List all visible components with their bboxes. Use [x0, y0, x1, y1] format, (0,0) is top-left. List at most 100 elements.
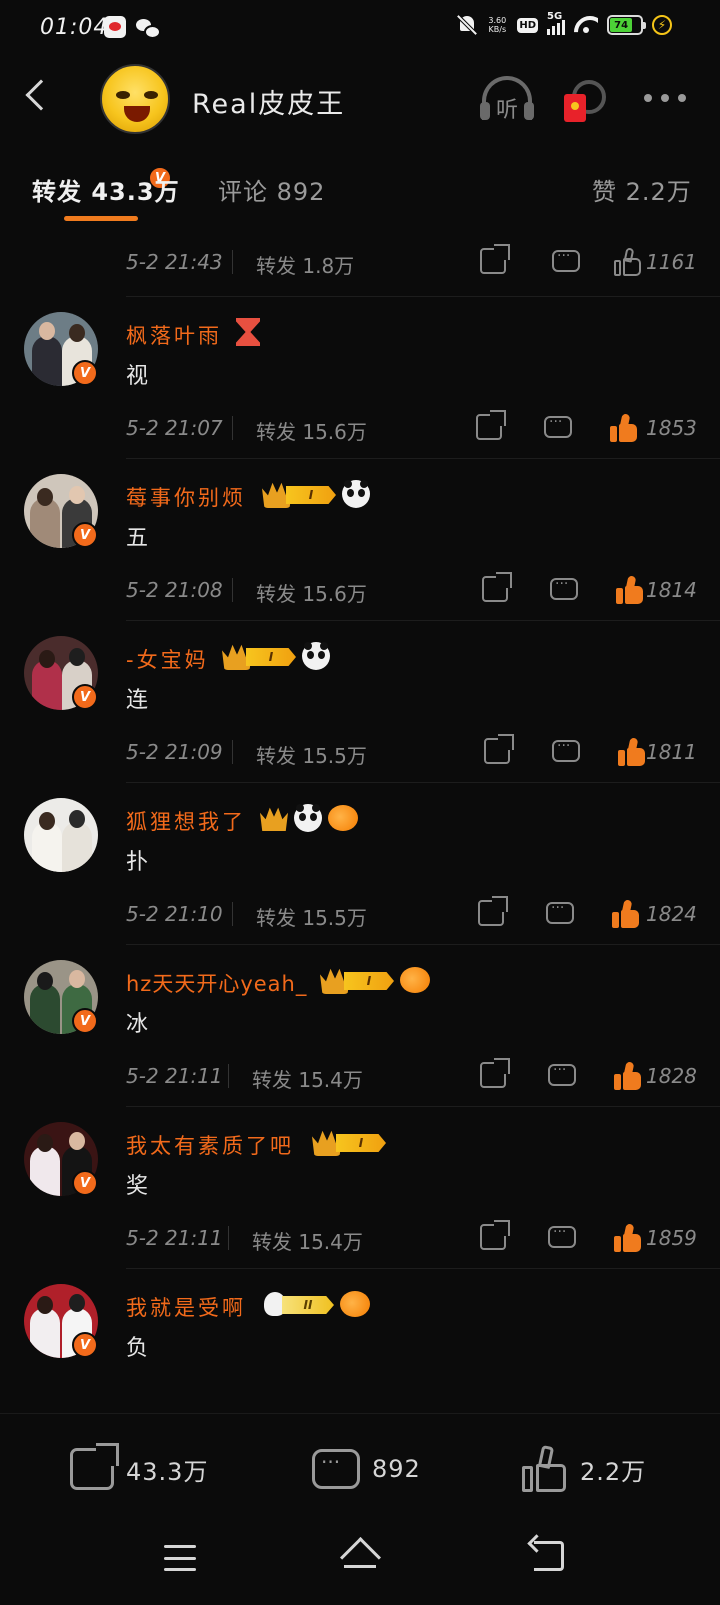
like-icon[interactable]	[614, 1223, 642, 1252]
like-icon[interactable]	[618, 737, 646, 766]
like-count: 1811	[646, 740, 697, 764]
list-item[interactable]: V 我太有素质了吧 I 奖 5-2 21:11 转发 15.4万 1859	[0, 1108, 720, 1270]
weibo-icon	[104, 16, 126, 38]
divider	[126, 620, 720, 621]
divider	[126, 1106, 720, 1107]
share-icon	[70, 1443, 119, 1490]
meta-divider	[232, 902, 233, 926]
comment-icon[interactable]	[546, 900, 574, 924]
bell-off-icon	[457, 14, 477, 36]
user-badges: I	[312, 1128, 386, 1156]
comment-time: 5-2 21:07	[126, 416, 223, 440]
comment-time: 5-2 21:08	[126, 578, 223, 602]
share-icon[interactable]	[480, 1058, 510, 1088]
tab-likes[interactable]: 赞 2.2万	[592, 172, 692, 207]
verified-badge-icon: V	[72, 1170, 98, 1196]
bottom-repost-button[interactable]: 43.3万	[70, 1443, 208, 1494]
avatar[interactable]	[24, 798, 98, 872]
repost-count[interactable]: 转发 15.4万	[252, 1064, 363, 1093]
comment-text: 五	[126, 526, 149, 551]
fish-icon	[400, 967, 430, 993]
return-icon[interactable]	[534, 1541, 564, 1571]
back-icon[interactable]	[25, 79, 57, 111]
comment-time: 5-2 21:11	[126, 1064, 223, 1088]
commenter-name[interactable]: 我就是受啊	[126, 1292, 246, 1322]
comment-meta: 5-2 21:11 转发 15.4万 1828	[0, 1058, 720, 1098]
like-icon[interactable]	[614, 247, 642, 276]
commenter-name[interactable]: 莓事你别烦	[126, 482, 246, 512]
bottom-comment-count: 892	[372, 1455, 421, 1483]
page-header: V Real皮皮王 听	[0, 56, 720, 190]
like-icon[interactable]	[612, 899, 640, 928]
repost-count[interactable]: 转发 15.6万	[256, 416, 367, 445]
list-item[interactable]: V 莓事你别烦 I 五 5-2 21:08 转发 15.6万 1814	[0, 460, 720, 622]
verified-badge-icon: V	[72, 1008, 98, 1034]
tab-repost[interactable]: 转发 43.3万	[32, 172, 180, 207]
repost-count[interactable]: 转发 15.4万	[252, 1226, 363, 1255]
comment-icon[interactable]	[552, 738, 580, 762]
list-item[interactable]: V -女宝妈 I 连 5-2 21:09 转发 15.5万 1811	[0, 622, 720, 784]
repost-count[interactable]: 转发 1.8万	[256, 250, 354, 279]
bunny-level-badge: II	[264, 1290, 334, 1318]
like-count: 1853	[646, 416, 697, 440]
status-system-icons: 3.60 KB/s HD 5G 74 ⚡	[457, 11, 672, 36]
share-icon[interactable]	[484, 734, 514, 764]
panda-icon	[342, 480, 370, 508]
like-icon[interactable]	[616, 575, 644, 604]
system-nav-bar	[0, 1523, 720, 1605]
battery-icon: 74	[607, 15, 646, 35]
repost-count[interactable]: 转发 15.6万	[256, 578, 367, 607]
panda-icon	[294, 804, 322, 832]
verified-badge-icon: V	[72, 1332, 98, 1358]
user-badges: I	[262, 480, 370, 508]
repost-count[interactable]: 转发 15.5万	[256, 902, 367, 931]
signal-icon: 5G	[547, 11, 565, 35]
comment-text: 负	[126, 1336, 149, 1361]
battery-level: 74	[610, 18, 633, 32]
repost-count[interactable]: 转发 15.5万	[256, 740, 367, 769]
commenter-name[interactable]: 我太有素质了吧	[126, 1130, 294, 1160]
header-user-name[interactable]: Real皮皮王	[192, 82, 345, 121]
like-icon	[522, 1444, 568, 1492]
commenter-name[interactable]: -女宝妈	[126, 644, 209, 674]
list-item[interactable]: V hz天天开心yeah_ I 冰 5-2 21:11 转发 15.4万 182…	[0, 946, 720, 1108]
header-avatar[interactable]	[100, 64, 170, 134]
like-count: 1161	[646, 250, 697, 274]
comment-meta: 5-2 21:10 转发 15.5万 1824	[0, 896, 720, 936]
level-label: I	[286, 486, 336, 504]
verified-badge-icon: V	[72, 360, 98, 386]
comment-icon[interactable]	[552, 248, 580, 272]
like-icon[interactable]	[614, 1061, 642, 1090]
share-icon[interactable]	[478, 896, 508, 926]
comment-icon[interactable]	[548, 1224, 576, 1248]
list-item[interactable]: V 枫落叶雨 视 5-2 21:07 转发 15.6万 1853	[0, 298, 720, 460]
list-item[interactable]: V 我就是受啊 II 负	[0, 1270, 720, 1413]
home-icon[interactable]	[340, 1539, 380, 1573]
repost-list[interactable]: 5-2 21:43 转发 1.8万 1161 V 枫落叶雨 视 5-2 21:0…	[0, 226, 720, 1413]
bottom-like-button[interactable]: 2.2万	[522, 1444, 646, 1494]
more-icon[interactable]	[644, 94, 686, 102]
red-packet-icon[interactable]	[564, 80, 610, 124]
commenter-name[interactable]: hz天天开心yeah_	[126, 968, 307, 998]
wechat-icon	[136, 16, 161, 39]
divider	[126, 944, 720, 945]
comment-text: 奖	[126, 1174, 149, 1199]
commenter-name[interactable]: 枫落叶雨	[126, 320, 222, 350]
divider	[126, 782, 720, 783]
list-item[interactable]: 狐狸想我了 扑 5-2 21:10 转发 15.5万 1824	[0, 784, 720, 946]
comment-icon[interactable]	[550, 576, 578, 600]
wifi-icon	[574, 16, 598, 34]
share-icon[interactable]	[482, 572, 512, 602]
share-icon[interactable]	[476, 410, 506, 440]
menu-icon[interactable]	[164, 1545, 196, 1571]
bottom-comment-button[interactable]: 892	[312, 1444, 421, 1494]
like-count: 1859	[646, 1226, 697, 1250]
comment-icon[interactable]	[544, 414, 572, 438]
comment-icon[interactable]	[548, 1062, 576, 1086]
commenter-name[interactable]: 狐狸想我了	[126, 806, 246, 836]
level-label: II	[282, 1296, 334, 1314]
share-icon[interactable]	[480, 244, 510, 274]
like-icon[interactable]	[610, 413, 638, 442]
tab-comments[interactable]: 评论 892	[218, 172, 325, 207]
share-icon[interactable]	[480, 1220, 510, 1250]
